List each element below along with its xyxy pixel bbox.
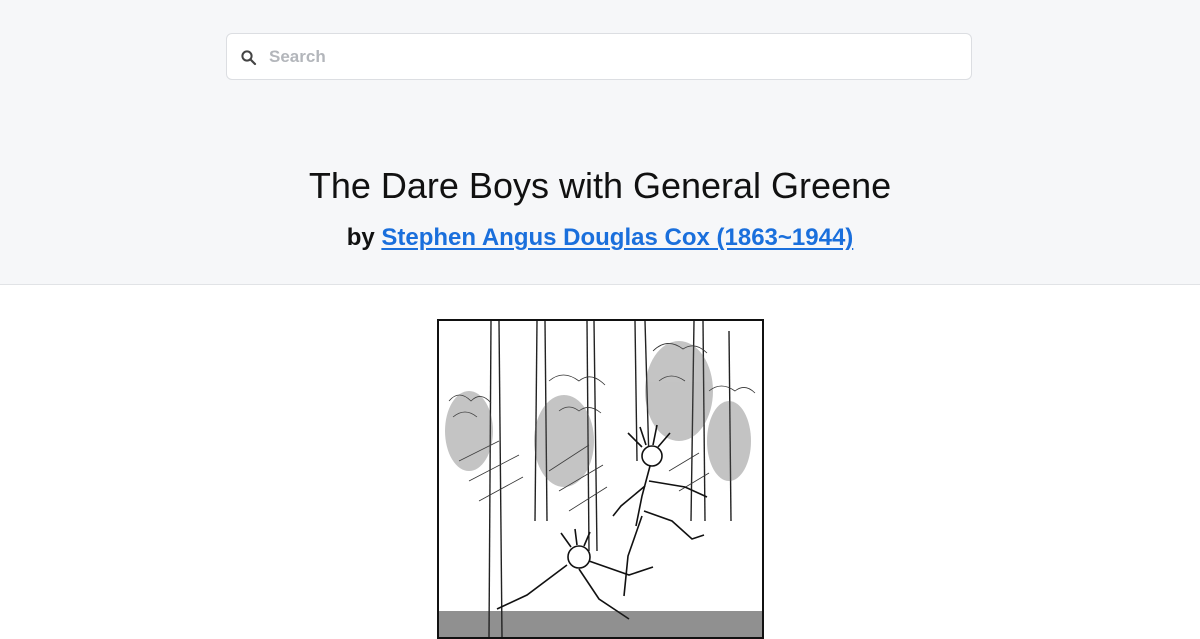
byline-prefix: by xyxy=(346,224,375,251)
search-icon xyxy=(240,49,258,67)
search-bar[interactable] xyxy=(226,33,972,80)
book-title: The Dare Boys with General Greene xyxy=(308,165,892,206)
author-link[interactable]: Stephen Angus Douglas Cox (1863~1944) xyxy=(381,224,853,251)
search-input[interactable] xyxy=(269,34,959,79)
page-header: The Dare Boys with General Greene by Ste… xyxy=(0,0,1200,285)
book-cover-illustration[interactable] xyxy=(437,319,764,639)
byline: by Stephen Angus Douglas Cox (1863~1944) xyxy=(0,222,1200,254)
